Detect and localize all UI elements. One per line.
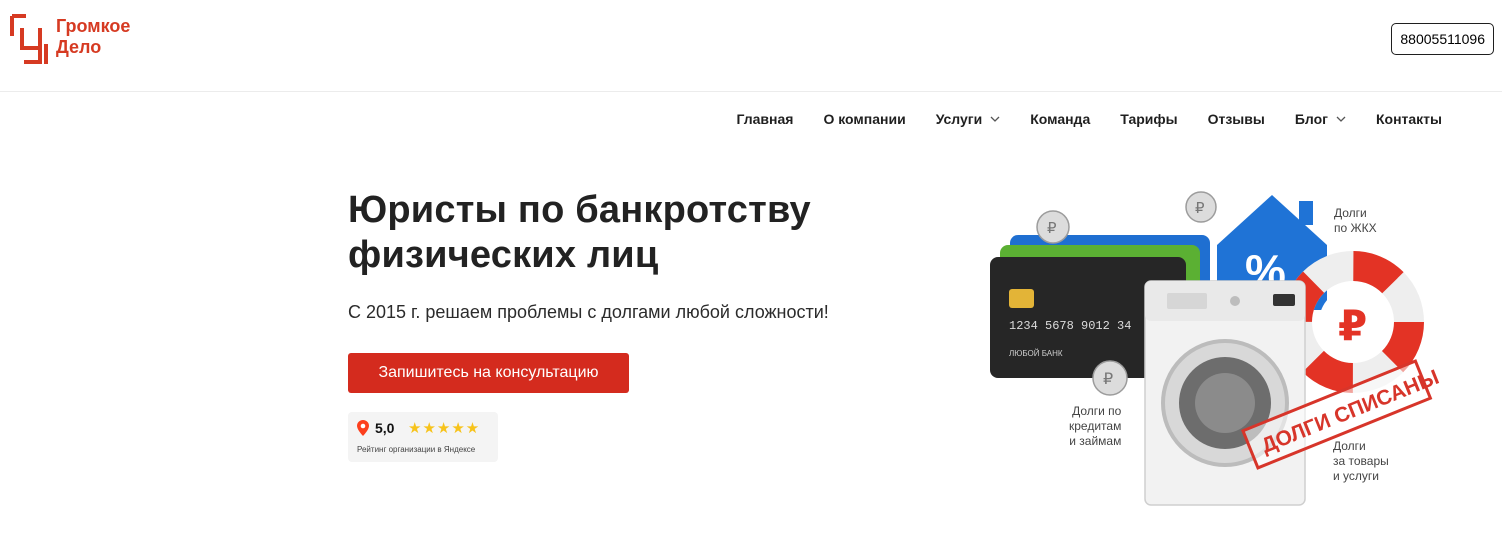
- chevron-down-icon: [990, 116, 1000, 122]
- chevron-down-icon: [1336, 116, 1346, 122]
- label-credits: Долги по кредитам и займам: [1069, 404, 1121, 449]
- coin-symbol: ₽: [1047, 219, 1057, 237]
- label-goods: Долги за товары и услуги: [1333, 439, 1389, 484]
- site-header: Громкое Дело 88005511096: [0, 0, 1502, 92]
- coin-symbol: ₽: [1195, 199, 1205, 217]
- nav-label: Команда: [1030, 111, 1091, 127]
- nav-item-pricing[interactable]: Тарифы: [1120, 111, 1177, 127]
- nav-label: Контакты: [1375, 111, 1442, 127]
- nav-label: Тарифы: [1120, 111, 1178, 127]
- dial-icon: [1230, 296, 1240, 306]
- hero-subtitle: С 2015 г. решаем проблемы с долгами любо…: [348, 302, 829, 322]
- rating-caption: Рейтинг организации в Яндексе: [357, 445, 476, 454]
- rating-score: 5,0: [375, 420, 395, 436]
- label-line: Долги: [1334, 206, 1367, 220]
- card-holder: ЛЮБОЙ БАНК: [1009, 349, 1063, 358]
- nav-label: Блог: [1294, 111, 1328, 127]
- label-line: за товары: [1333, 454, 1389, 468]
- display: [1273, 294, 1295, 306]
- nav-label: Главная: [736, 111, 794, 127]
- detergent-drawer: [1167, 293, 1207, 309]
- map-pin-icon: [357, 420, 369, 436]
- logo-line-2: Дело: [56, 37, 102, 57]
- nav-item-contacts[interactable]: Контакты: [1376, 111, 1442, 127]
- label-line: кредитам: [1069, 419, 1122, 433]
- hero-title: Юристы по банкротству физических лиц: [348, 188, 829, 278]
- nav-item-team[interactable]: Команда: [1030, 111, 1090, 127]
- label-zhkh: Долги по ЖКХ: [1334, 206, 1377, 236]
- label-line: и услуги: [1333, 469, 1379, 483]
- main-nav: Главная О компании Услуги Команда Тарифы…: [707, 111, 1443, 127]
- logo-line-1: Громкое: [56, 16, 131, 36]
- card-number: 1234 5678 9012 34: [1009, 319, 1131, 333]
- consultation-button[interactable]: Запишитесь на консультацию: [348, 353, 629, 393]
- nav-label: Отзывы: [1207, 111, 1265, 127]
- label-line: по ЖКХ: [1334, 221, 1377, 235]
- nav-item-services[interactable]: Услуги: [936, 111, 1001, 127]
- hero-title-line-1: Юристы по банкротству: [348, 189, 811, 231]
- label-line: Долги: [1333, 439, 1366, 453]
- nav-item-home[interactable]: Главная: [737, 111, 794, 127]
- yandex-rating-badge[interactable]: 5,0 ★★★★★ Рейтинг организации в Яндексе: [348, 412, 498, 462]
- label-line: и займам: [1069, 434, 1122, 448]
- nav-item-blog[interactable]: Блог: [1295, 111, 1346, 127]
- label-line: Долги по: [1072, 404, 1122, 418]
- logo-mark-icon: [10, 14, 48, 64]
- coin-symbol: ₽: [1103, 369, 1113, 388]
- drum: [1195, 373, 1255, 433]
- logo[interactable]: Громкое Дело: [10, 14, 130, 66]
- chip-icon: [1009, 289, 1034, 308]
- hero-section: Юристы по банкротству физических лиц С 2…: [348, 188, 829, 462]
- logo-text: Громкое Дело: [56, 16, 130, 58]
- chimney: [1299, 201, 1313, 225]
- nav-label: О компании: [823, 111, 906, 127]
- nav-item-reviews[interactable]: Отзывы: [1208, 111, 1265, 127]
- rating-stars: ★★★★★: [408, 420, 481, 437]
- ruble-sign: ₽: [1338, 301, 1367, 350]
- nav-label: Услуги: [935, 111, 983, 127]
- hero-title-line-2: физических лиц: [348, 234, 659, 276]
- nav-item-about[interactable]: О компании: [823, 111, 905, 127]
- phone-button[interactable]: 88005511096: [1391, 23, 1494, 55]
